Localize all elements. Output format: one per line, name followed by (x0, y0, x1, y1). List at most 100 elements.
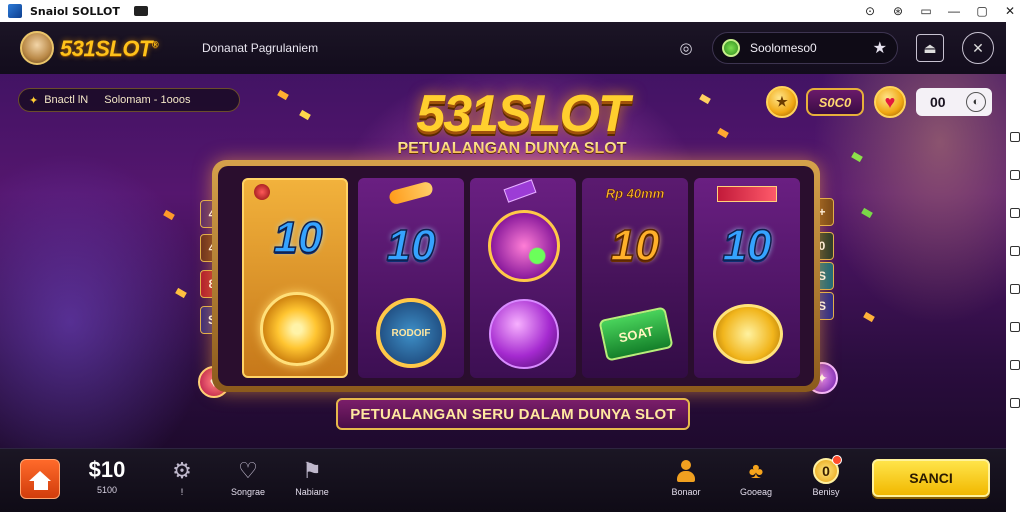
home-icon-base (34, 480, 48, 490)
game-title: 531SLOT (416, 85, 629, 143)
nav-label: Songrae (230, 487, 266, 497)
sidebar-tool-icon[interactable] (1010, 284, 1020, 294)
nav-profile[interactable]: Bonaor (658, 457, 714, 497)
slot-reels: 10 10 RODOIF Rp 40mm 10 SOAT 10 (218, 166, 814, 386)
bet-value: $10 (88, 457, 126, 482)
window-controls: ⊙ ⊛ ▭ — ▢ ✕ (864, 0, 1016, 22)
sun-coin-icon (258, 290, 336, 368)
gem-icon (484, 208, 564, 284)
symbol-ten: 10 (610, 220, 660, 271)
top-header: 531SLOT® Donanat Pagrulaniem ◎ Soolomeso… (0, 22, 1006, 74)
sidebar-tool-icon[interactable] (1010, 170, 1020, 180)
close-window-icon[interactable]: ✕ (1004, 4, 1016, 18)
nav-club[interactable]: ♣ Gooeag (728, 457, 784, 497)
badge-icon (708, 298, 788, 370)
exit-button[interactable]: ⏏ (916, 34, 944, 62)
counter-pill[interactable]: 00 ◐ (916, 88, 992, 116)
slot-machine-frame: 10 10 RODOIF Rp 40mm 10 SOAT 10 (212, 160, 820, 392)
sidebar-tool-icon[interactable] (1010, 360, 1020, 370)
flag-icon: ⚑ (302, 458, 322, 483)
confetti (863, 311, 875, 323)
info-pill: ✦ Bnactl lN Solomam - 1ooos (18, 88, 240, 112)
fullscreen-icon[interactable]: ▭ (920, 4, 932, 18)
balance-pill[interactable]: Soolomeso0 ★ (712, 32, 898, 64)
bottom-bar: $10 5100 ⚙ ! ♡ Songrae ⚑ Nabiane Bonaor … (0, 448, 1006, 512)
balance-value: Soolomeso0 (750, 41, 817, 55)
nav-label: ! (180, 487, 184, 497)
sidebar-tool-icon[interactable] (1010, 246, 1020, 256)
info-right-text: Solomam - 1ooos (104, 94, 191, 106)
sidebar-tool-icon[interactable] (1010, 322, 1020, 332)
notification-dot (832, 455, 842, 465)
reel-4: Rp 40mm 10 SOAT (582, 178, 688, 378)
sidebar-tool-icon[interactable] (1010, 398, 1020, 408)
settings-icon[interactable]: ⊛ (892, 4, 904, 18)
reel-2: 10 RODOIF (358, 178, 464, 378)
ticket-icon (500, 179, 540, 203)
coin-balance[interactable]: S0C0 (806, 88, 864, 116)
soat-card-icon: SOAT (596, 306, 676, 362)
soat-label: SOAT (617, 323, 655, 345)
nav-settings[interactable]: ⚙ ! (152, 457, 212, 497)
gold-coin-icon[interactable]: ★ (766, 86, 798, 118)
user-avatar[interactable] (20, 31, 54, 65)
profile-icon (658, 457, 714, 485)
maximize-icon[interactable]: ▢ (976, 4, 988, 18)
refresh-icon[interactable]: ◐ (966, 92, 986, 112)
confetti (717, 127, 729, 139)
promo-banner: PETUALANGAN SERU DALAM DUNYA SLOT (336, 398, 690, 430)
info-left-text: Bnactl lN (44, 94, 89, 106)
counter-value: 00 (930, 94, 946, 110)
symbol-ten: 10 (386, 220, 436, 271)
reel-1: 10 (242, 178, 348, 378)
spin-button[interactable]: SANCI (872, 459, 990, 497)
minimize-icon[interactable]: — (948, 4, 960, 18)
bet-display[interactable]: $10 5100 (78, 457, 136, 495)
rodoif-badge-icon: RODOIF (372, 296, 450, 370)
home-button[interactable] (20, 459, 60, 499)
heart-icon[interactable]: ♥ (874, 86, 906, 118)
gear-icon: ⚙ (172, 458, 192, 483)
sidebar-tool-icon[interactable] (1010, 208, 1020, 218)
zero-coin-icon: 0 (798, 455, 854, 485)
brand-logo: 531SLOT® (60, 36, 159, 61)
close-icon[interactable]: ✕ (962, 32, 994, 64)
nav-bonus[interactable]: 0 Benisy (798, 455, 854, 497)
game-tagline: PETUALANGAN DUNYA SLOT (392, 140, 632, 158)
confetti (277, 89, 289, 101)
confetti (163, 209, 175, 221)
nav-label: Bonaor (671, 487, 701, 497)
symbol-ten: 10 (273, 212, 323, 263)
ribbon-icon (712, 182, 782, 206)
star-icon[interactable]: ★ (873, 38, 887, 58)
reel-top-label: Rp 40mm (605, 185, 665, 201)
nav-flag[interactable]: ⚑ Nabiane (282, 457, 342, 497)
window-badge-icon (133, 6, 148, 16)
nav-label: Nabiane (295, 487, 329, 497)
confetti (851, 151, 863, 163)
nav-favorites[interactable]: ♡ Songrae (218, 457, 278, 497)
emulator-sidebar (1006, 22, 1024, 512)
confetti (299, 109, 311, 121)
game-area: 531SLOT® Donanat Pagrulaniem ◎ Soolomeso… (0, 22, 1006, 512)
bomb-icon (252, 182, 272, 202)
orb-icon (484, 296, 564, 372)
symbol-ten: 10 (722, 220, 772, 271)
badge-label: RODOIF (391, 327, 431, 339)
reel-3 (470, 178, 576, 378)
header-subtitle: Donanat Pagrulaniem (202, 41, 319, 55)
app-icon (8, 4, 22, 18)
club-icon: ♣ (748, 458, 764, 483)
confetti (861, 207, 873, 219)
reel-5: 10 (694, 178, 800, 378)
nav-label: Gooeag (739, 487, 773, 497)
confetti (175, 287, 187, 299)
window-title: Snaiol SOLLOT (30, 4, 120, 18)
feather-icon (386, 180, 436, 206)
record-icon[interactable]: ⊙ (864, 4, 876, 18)
confetti (699, 93, 711, 105)
green-coin-icon (722, 39, 740, 57)
camera-icon[interactable]: ◎ (672, 34, 700, 62)
sidebar-tool-icon[interactable] (1010, 132, 1020, 142)
spark-icon: ✦ (29, 94, 39, 107)
